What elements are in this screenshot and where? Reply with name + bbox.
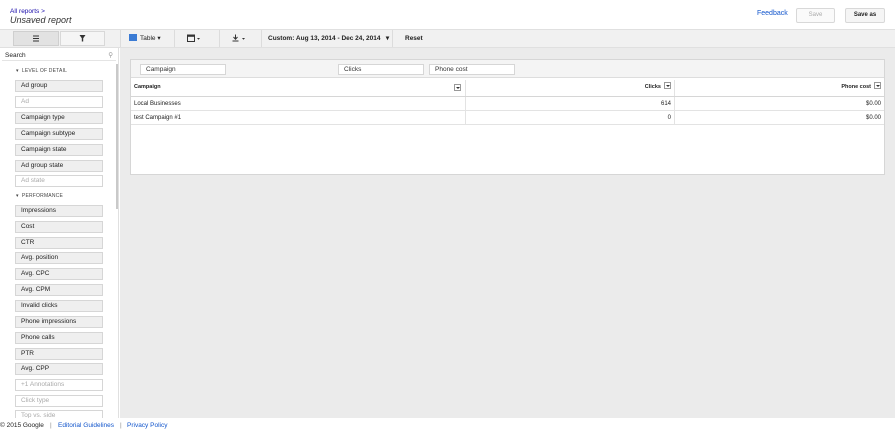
field-chip[interactable]: Ad xyxy=(15,96,103,108)
chevron-down-icon: ▾ xyxy=(157,35,161,42)
column-header-clicks[interactable]: Clicks xyxy=(466,80,675,96)
cell-campaign: test Campaign #1 xyxy=(131,111,466,124)
table-row: test Campaign #1 0 $0.00 xyxy=(131,111,884,125)
field-search[interactable]: Search ⚲ xyxy=(2,50,116,61)
column-menu-icon[interactable] xyxy=(664,82,671,90)
field-chip[interactable]: Cost xyxy=(15,221,103,233)
date-range-dropdown[interactable]: Custom: Aug 13, 2014 - Dec 24, 2014 ▾ xyxy=(268,31,389,46)
field-chip[interactable]: Invalid clicks xyxy=(15,300,103,312)
field-chip[interactable]: Campaign subtype xyxy=(15,128,103,140)
table-icon xyxy=(129,33,137,41)
fields-sidebar: Search ⚲ ▾ LEVEL OF DETAIL Ad group Ad C… xyxy=(0,48,119,418)
insert-chart-dropdown[interactable] xyxy=(187,31,201,46)
reset-button[interactable]: Reset xyxy=(405,31,423,46)
toolbar-divider xyxy=(120,30,121,47)
footer-separator: | xyxy=(50,422,52,429)
feedback-link[interactable]: Feedback xyxy=(757,10,788,17)
field-chip[interactable]: Avg. CPC xyxy=(15,268,103,280)
copyright-text: © 2015 Google xyxy=(0,422,44,429)
filter-icon xyxy=(79,35,86,42)
toolbar-divider xyxy=(219,30,220,47)
sidebar-scrollbar[interactable] xyxy=(116,64,118,209)
breadcrumb-all-reports[interactable]: All reports > xyxy=(10,8,45,15)
column-header-phone-cost[interactable]: Phone cost xyxy=(675,80,884,96)
page-footer: © 2015 Google | Editorial Guidelines | P… xyxy=(0,418,895,434)
field-chip[interactable]: Avg. position xyxy=(15,252,103,264)
field-chip[interactable]: Click type xyxy=(15,395,103,407)
column-header-campaign[interactable]: Campaign xyxy=(131,80,466,96)
view-type-dropdown[interactable]: Table ▾ xyxy=(129,31,161,46)
report-header: All reports > Unsaved report Feedback Sa… xyxy=(0,0,895,29)
field-chip[interactable]: +1 Annotations xyxy=(15,379,103,391)
date-range-label: Custom: Aug 13, 2014 - Dec 24, 2014 xyxy=(268,35,381,42)
download-dropdown[interactable] xyxy=(232,31,246,46)
cell-campaign: Local Businesses xyxy=(131,97,466,110)
search-icon: ⚲ xyxy=(108,52,113,59)
filter-panel-toggle[interactable] xyxy=(60,31,105,46)
field-chip[interactable]: Campaign state xyxy=(15,144,103,156)
fields-panel-toggle[interactable] xyxy=(13,31,59,46)
column-menu-icon[interactable] xyxy=(874,82,881,90)
report-canvas: Campaign Clicks Phone cost Campaign Clic… xyxy=(120,48,895,418)
row-field-chip[interactable]: Campaign xyxy=(140,64,226,75)
pivot-drop-zones: Campaign Clicks Phone cost xyxy=(131,60,884,78)
toolbar-divider xyxy=(174,30,175,47)
download-icon xyxy=(232,34,245,42)
field-chip[interactable]: Ad group state xyxy=(15,160,103,172)
save-button[interactable]: Save xyxy=(796,8,835,23)
search-input[interactable]: Search xyxy=(5,52,26,59)
chevron-down-icon: ▾ xyxy=(385,35,390,42)
value-field-chip[interactable]: Phone cost xyxy=(429,64,515,75)
field-chip[interactable]: PTR xyxy=(15,348,103,360)
footer-separator: | xyxy=(120,422,122,429)
report-toolbar: Table ▾ Custom: Aug 13, 2014 - Dec 24, 2… xyxy=(0,29,895,48)
table-row: Local Businesses 614 $0.00 xyxy=(131,97,884,111)
section-performance[interactable]: ▾ PERFORMANCE xyxy=(16,193,63,199)
report-title: Unsaved report xyxy=(10,15,72,25)
field-chip[interactable]: Ad state xyxy=(15,175,103,187)
chevron-down-icon: ▾ xyxy=(16,68,19,74)
cell-clicks: 0 xyxy=(466,111,675,124)
view-type-label: Table xyxy=(140,35,156,42)
calendar-chart-icon xyxy=(187,34,200,42)
chevron-down-icon: ▾ xyxy=(16,193,19,199)
report-table: Campaign Clicks Phone cost Local Busines… xyxy=(131,80,884,125)
pivot-table: Campaign Clicks Phone cost Campaign Clic… xyxy=(130,59,885,175)
field-chip[interactable]: Ad group xyxy=(15,80,103,92)
cell-phone-cost: $0.00 xyxy=(865,101,881,107)
privacy-policy-link[interactable]: Privacy Policy xyxy=(127,418,167,434)
save-as-button[interactable]: Save as xyxy=(845,8,885,23)
menu-icon xyxy=(33,35,39,42)
section-level-of-detail[interactable]: ▾ LEVEL OF DETAIL xyxy=(16,68,67,74)
field-chip[interactable]: Avg. CPM xyxy=(15,284,103,296)
table-header-row: Campaign Clicks Phone cost xyxy=(131,80,884,97)
editorial-guidelines-link[interactable]: Editorial Guidelines xyxy=(58,418,114,434)
cell-phone-cost: $0.00 xyxy=(865,115,881,121)
field-chip[interactable]: Top vs. side xyxy=(15,410,103,418)
field-chip[interactable]: Campaign type xyxy=(15,112,103,124)
field-chip[interactable]: Impressions xyxy=(15,205,103,217)
field-chip[interactable]: Phone calls xyxy=(15,332,103,344)
field-chip[interactable]: Avg. CPP xyxy=(15,363,103,375)
field-chip[interactable]: Phone impressions xyxy=(15,316,103,328)
toolbar-divider xyxy=(261,30,262,47)
value-field-chip[interactable]: Clicks xyxy=(338,64,424,75)
field-chip[interactable]: CTR xyxy=(15,237,103,249)
toolbar-divider xyxy=(392,30,393,47)
column-menu-icon[interactable] xyxy=(454,84,461,91)
cell-clicks: 614 xyxy=(466,97,675,110)
